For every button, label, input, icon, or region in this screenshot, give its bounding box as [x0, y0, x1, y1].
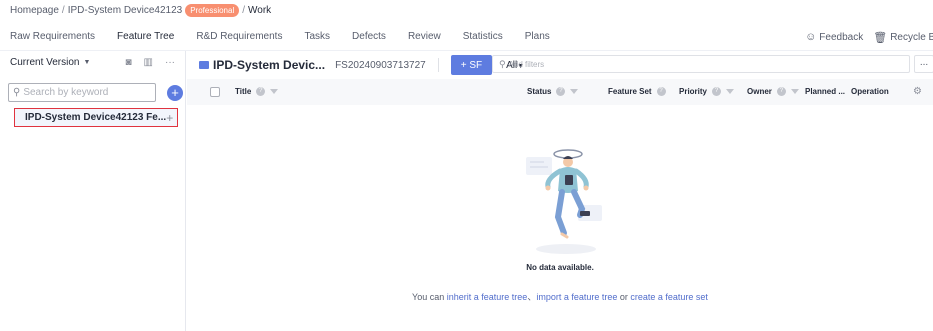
filter-placeholder: Add filters — [508, 59, 545, 69]
camera-icon[interactable]: ◙ — [126, 57, 132, 68]
tab-defects[interactable]: Defects — [341, 26, 397, 48]
filter-input[interactable]: ⚲ Add filters — [492, 55, 910, 73]
empty-state-illustration — [526, 149, 602, 254]
empty-state-hint: You can inherit a feature tree、import a … — [187, 290, 933, 303]
tab-statistics[interactable]: Statistics — [452, 26, 514, 48]
filter-icon[interactable] — [570, 89, 579, 94]
column-settings-icon[interactable]: ⚙ — [913, 86, 922, 97]
create-feature-set-link[interactable]: create a feature set — [630, 292, 708, 302]
add-tree-node-button[interactable]: + — [167, 84, 183, 101]
column-title: Title ? — [235, 87, 279, 96]
recycle-bin-label: Recycle Bin — [890, 31, 933, 43]
more-icon[interactable]: ··· — [165, 57, 175, 68]
column-operation: Operation — [851, 87, 889, 96]
hint-separator: 、 — [527, 292, 537, 302]
column-feature-set: Feature Set ? — [608, 87, 666, 96]
version-header: Current Version ▼ ◙ ▥ ··· — [0, 51, 185, 73]
tab-rd-requirements[interactable]: R&D Requirements — [185, 26, 293, 48]
empty-state-title: No data available. — [526, 263, 594, 272]
column-owner-label: Owner — [747, 87, 772, 96]
inherit-feature-tree-link[interactable]: inherit a feature tree — [447, 292, 528, 302]
help-icon[interactable]: ? — [712, 87, 722, 96]
breadcrumb: Homepage / IPD-System Device42123 Profes… — [10, 0, 271, 21]
recycle-bin-button[interactable]: 🗑 Recycle Bin — [873, 31, 933, 44]
columns-icon[interactable]: ▥ — [144, 57, 153, 68]
help-icon[interactable]: ? — [656, 87, 666, 96]
feature-tree-title: IPD-System Devic... — [213, 58, 326, 72]
tab-tasks[interactable]: Tasks — [293, 26, 341, 48]
tab-plans[interactable]: Plans — [514, 26, 561, 48]
column-status: Status ? — [527, 87, 579, 96]
add-child-icon[interactable]: + — [166, 111, 173, 125]
tab-feature-tree[interactable]: Feature Tree — [106, 26, 185, 48]
column-planned: Planned ... — [805, 87, 845, 96]
breadcrumb-project[interactable]: IPD-System Device42123 — [68, 5, 183, 16]
caret-down-icon[interactable]: ▼ — [83, 59, 90, 66]
feature-tree-panel: Current Version ▼ ◙ ▥ ··· ⚲ Search by ke… — [0, 51, 186, 331]
column-status-label: Status — [527, 87, 552, 96]
filter-icon[interactable] — [270, 89, 279, 94]
breadcrumb-separator: / — [61, 5, 65, 16]
panel-tools: ◙ ▥ ··· — [126, 57, 176, 68]
feedback-button[interactable]: ☺ Feedback — [805, 31, 863, 43]
list-toolbar: IPD-System Devic... FS20240903713727 + S… — [199, 55, 524, 75]
help-icon[interactable]: ? — [556, 87, 566, 96]
column-feature-set-label: Feature Set — [608, 87, 652, 96]
select-all-checkbox[interactable] — [210, 87, 220, 97]
tree-item-label: IPD-System Device42123 Fe... — [25, 112, 167, 123]
tab-review[interactable]: Review — [397, 26, 452, 48]
column-owner: Owner ? — [747, 87, 799, 96]
hint-prefix: You can — [412, 292, 447, 302]
breadcrumb-separator: / — [242, 5, 246, 16]
smiley-icon: ☺ — [805, 31, 817, 43]
help-icon[interactable]: ? — [256, 87, 266, 96]
header-actions: ☺ Feedback 🗑 Recycle Bin — [805, 26, 933, 48]
filter-icon[interactable] — [726, 89, 735, 94]
feature-list-area: IPD-System Devic... FS20240903713727 + S… — [187, 51, 933, 331]
feature-tree-code: FS20240903713727 — [335, 59, 426, 71]
breadcrumb-current: Work — [248, 5, 272, 16]
folder-icon — [199, 61, 209, 69]
column-operation-label: Operation — [851, 87, 889, 96]
more-options-button[interactable]: ... — [914, 55, 933, 73]
tree-search-input[interactable]: ⚲ Search by keyword — [8, 83, 156, 102]
search-icon: ⚲ — [13, 87, 21, 98]
edition-badge: Professional — [185, 4, 240, 17]
filter-icon[interactable] — [790, 89, 799, 94]
tree-search-row: ⚲ Search by keyword + — [8, 83, 183, 102]
search-icon: ⚲ — [499, 58, 506, 69]
feedback-label: Feedback — [819, 31, 864, 43]
hint-or: or — [617, 292, 631, 302]
import-feature-tree-link[interactable]: import a feature tree — [536, 292, 617, 302]
help-icon[interactable]: ? — [776, 87, 786, 96]
column-priority: Priority ? — [679, 87, 735, 96]
add-sf-button[interactable]: + SF — [450, 55, 493, 75]
version-selector[interactable]: Current Version — [10, 57, 79, 68]
column-planned-label: Planned ... — [805, 87, 846, 96]
column-title-label: Title — [235, 87, 252, 96]
column-priority-label: Priority — [679, 87, 708, 96]
tree-item-root[interactable]: IPD-System Device42123 Fe... + — [14, 108, 178, 127]
search-placeholder: Search by keyword — [23, 87, 109, 98]
tab-raw-requirements[interactable]: Raw Requirements — [0, 26, 106, 48]
tab-bar: Raw Requirements Feature Tree R&D Requir… — [0, 26, 933, 48]
table-header: Title ? Status ? Feature Set ? Priority … — [187, 79, 933, 105]
breadcrumb-home[interactable]: Homepage — [10, 5, 59, 16]
trash-icon: 🗑 — [873, 31, 888, 44]
toolbar-divider — [437, 58, 439, 72]
